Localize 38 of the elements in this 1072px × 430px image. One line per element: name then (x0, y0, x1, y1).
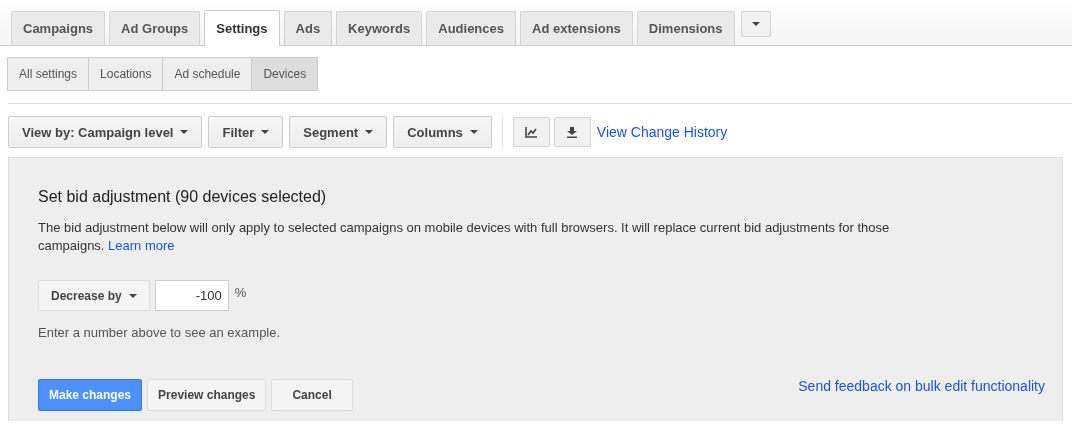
preview-button[interactable]: Preview changes (147, 379, 267, 411)
hint-text: Enter a number above to see an example. (38, 325, 282, 340)
caret-icon (261, 130, 270, 134)
tab[interactable]: Campaigns (11, 11, 106, 45)
tab[interactable]: Ad Groups (109, 11, 201, 45)
more-tabs-button[interactable] (740, 11, 771, 37)
tab[interactable]: Audiences (426, 11, 516, 45)
caret-icon (180, 130, 189, 134)
chart-button[interactable] (512, 117, 550, 147)
tab[interactable]: Ad extensions (520, 11, 633, 45)
subtab[interactable]: Ad schedule (162, 57, 253, 91)
cancel-button[interactable]: Cancel (271, 379, 353, 411)
tab[interactable]: Dimensions (636, 11, 735, 45)
download-button[interactable] (553, 117, 591, 147)
tab[interactable]: Ads (283, 11, 333, 45)
panel-title: Set bid adjustment (90 devices selected) (38, 188, 328, 206)
subtab[interactable]: Locations (88, 57, 164, 91)
dropdown-button[interactable]: Segment (289, 116, 388, 148)
caret-icon (128, 293, 137, 298)
view-history-link[interactable]: View Change History (596, 124, 728, 140)
feedback-link[interactable]: Send feedback on bulk edit functionality (798, 378, 1045, 394)
learn-more-link[interactable]: Learn more (108, 238, 175, 253)
download-icon (567, 126, 578, 138)
tab[interactable]: Settings (204, 10, 280, 46)
dropdown-button[interactable]: Filter (208, 116, 284, 148)
caret-icon (365, 130, 374, 134)
line-chart-icon (525, 126, 538, 138)
dropdown-button[interactable]: Columns (393, 116, 492, 148)
percent-label: % (234, 285, 247, 300)
dropdown-button[interactable]: View by: Campaign level (8, 116, 203, 148)
caret-icon (751, 22, 760, 26)
subtab[interactable]: All settings (7, 57, 90, 91)
tab[interactable]: Keywords (336, 11, 423, 45)
caret-icon (469, 130, 478, 134)
adjustment-dropdown[interactable]: Decrease by (38, 280, 150, 311)
percent-field[interactable]: -100 (154, 280, 229, 311)
description-text: The bid adjustment below will only apply to selected campaigns on mobile devices with full browsers. It will replace current bid adjustments for those campaigns. Learn more (38, 219, 891, 255)
subtab[interactable]: Devices (251, 57, 319, 91)
